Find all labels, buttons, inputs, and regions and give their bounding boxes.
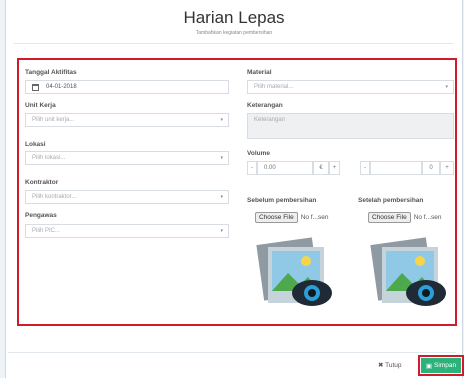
chevron-down-icon: ▾ — [220, 117, 223, 123]
chevron-down-icon: ▾ — [445, 84, 448, 90]
before-file-input[interactable]: Choose File No f...sen — [255, 210, 329, 224]
kontraktor-select[interactable]: Pilih kontraktor... ▾ — [25, 190, 229, 204]
lokasi-select[interactable]: Pilih lokasi... ▾ — [25, 151, 229, 165]
chevron-down-icon: ▾ — [220, 228, 223, 234]
before-label: Sebelum pembersihan — [247, 197, 317, 204]
kontraktor-label: Kontraktor — [25, 179, 59, 186]
unit-kerja-select[interactable]: Pilih unit kerja... ▾ — [25, 113, 229, 127]
volume-2-input[interactable] — [370, 161, 422, 175]
keterangan-textarea[interactable]: Keterangan — [247, 113, 454, 139]
volume-label: Volume — [247, 150, 270, 157]
volume-input[interactable]: 0.00 — [257, 161, 313, 175]
material-label: Material — [247, 69, 272, 76]
volume-2-minus-button[interactable]: - — [360, 161, 370, 175]
before-image-preview-icon[interactable] — [254, 235, 336, 317]
chevron-down-icon: ▾ — [220, 155, 223, 161]
unit-kerja-label: Unit Kerja — [25, 102, 56, 109]
volume-unit-2: 0 — [422, 161, 440, 175]
pengawas-label: Pengawas — [25, 212, 57, 219]
volume-unit-1: € — [313, 161, 329, 175]
save-icon: ▣ — [425, 362, 433, 370]
save-button[interactable]: ▣ Simpan — [421, 358, 461, 373]
material-select[interactable]: Pilih material... ▾ — [247, 80, 454, 94]
header-divider — [14, 43, 454, 44]
after-image-preview-icon[interactable] — [368, 235, 450, 317]
modal-title: Harian Lepas — [183, 8, 285, 27]
after-file-input[interactable]: Choose File No f...sen — [368, 210, 442, 224]
tanggal-label: Tanggal Aktifitas — [25, 69, 77, 76]
close-icon: ✖ — [378, 362, 384, 369]
choose-file-button[interactable]: Choose File — [368, 211, 411, 223]
volume-plus-button[interactable]: + — [329, 161, 340, 175]
volume-minus-button[interactable]: - — [247, 161, 257, 175]
date-input[interactable]: 04-01-2018 — [25, 80, 229, 94]
calendar-icon — [32, 83, 39, 91]
pengawas-select[interactable]: Pilih PIC... ▾ — [25, 224, 229, 238]
choose-file-button[interactable]: Choose File — [255, 211, 298, 223]
keterangan-label: Keterangan — [247, 102, 283, 109]
chevron-down-icon: ▾ — [220, 194, 223, 200]
modal-subtitle: Tambahkan kegiatan pembersihan — [195, 30, 273, 36]
after-label: Setelah pembersihan — [358, 197, 424, 204]
lokasi-label: Lokasi — [25, 141, 46, 148]
footer-divider — [8, 352, 456, 353]
close-button[interactable]: ✖ Tutup — [378, 361, 402, 369]
volume-2-plus-button[interactable]: + — [440, 161, 454, 175]
